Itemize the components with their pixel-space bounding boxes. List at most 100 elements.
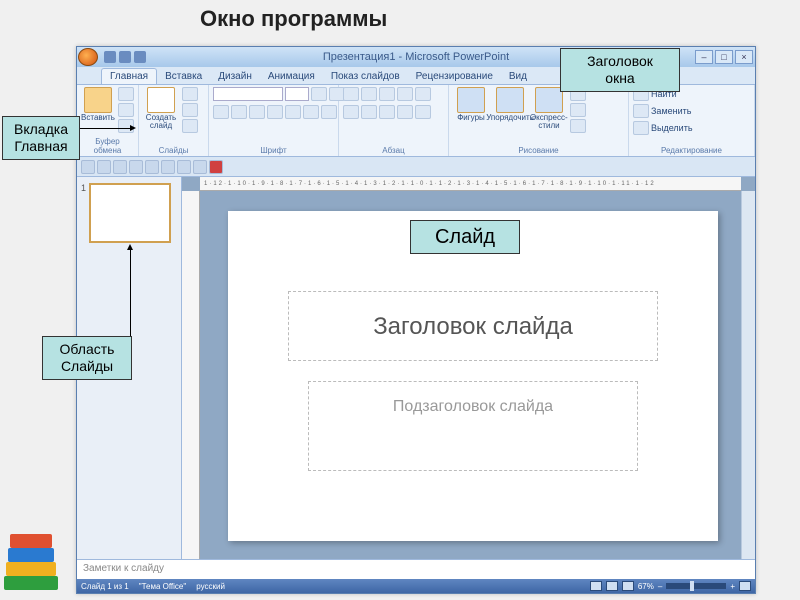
tab-review[interactable]: Рецензирование (408, 69, 501, 84)
status-theme: "Тема Office" (139, 582, 187, 591)
paste-label: Вставить (81, 114, 115, 122)
view-normal-button[interactable] (590, 581, 602, 591)
replace-button[interactable]: Заменить (633, 104, 693, 118)
copy-button[interactable] (118, 103, 134, 117)
status-language[interactable]: русский (196, 582, 225, 591)
close-button[interactable]: × (735, 50, 753, 64)
tab-slideshow[interactable]: Показ слайдов (323, 69, 408, 84)
cut-button[interactable] (118, 87, 134, 101)
annotation-slide: Слайд (410, 220, 520, 254)
tab-insert[interactable]: Вставка (157, 69, 210, 84)
qat-redo-icon[interactable] (134, 51, 146, 63)
qat-undo-icon[interactable] (119, 51, 131, 63)
font-size-box[interactable] (285, 87, 309, 101)
quick-styles-icon (535, 87, 563, 113)
arrow-head (127, 244, 133, 250)
zoom-out-button[interactable]: – (658, 582, 662, 591)
group-label: Шрифт (213, 146, 334, 156)
office-button[interactable] (78, 48, 98, 66)
qat-save-icon[interactable] (104, 51, 116, 63)
slide-canvas[interactable]: Заголовок слайда Подзаголовок слайда (228, 211, 718, 541)
shapes-label: Фигуры (457, 114, 485, 122)
group-label: Редактирование (633, 146, 750, 156)
quick-access-toolbar (104, 51, 146, 63)
view-sorter-button[interactable] (606, 581, 618, 591)
shapes-button[interactable]: Фигуры (453, 87, 489, 122)
tool-icon[interactable] (113, 160, 127, 174)
tool-icon[interactable] (97, 160, 111, 174)
ribbon-group-drawing: Фигуры Упорядочить Экспресс-стили Рисова… (449, 85, 629, 156)
app-window: Презентация1 - Microsoft PowerPoint – □ … (76, 46, 756, 594)
shape-outline-button[interactable] (570, 103, 586, 117)
tool-color-icon[interactable] (209, 160, 223, 174)
columns-button[interactable] (415, 105, 431, 119)
tool-icon[interactable] (177, 160, 191, 174)
minimize-button[interactable]: – (695, 50, 713, 64)
grow-font-button[interactable] (311, 87, 327, 101)
zoom-in-button[interactable]: + (730, 582, 735, 591)
char-spacing-button[interactable] (303, 105, 319, 119)
align-center-button[interactable] (361, 105, 377, 119)
strike-button[interactable] (267, 105, 283, 119)
tool-icon[interactable] (161, 160, 175, 174)
line-spacing-button[interactable] (415, 87, 431, 101)
thumb-number: 1 (81, 183, 86, 243)
tab-view[interactable]: Вид (501, 69, 535, 84)
group-label: Рисование (453, 146, 624, 156)
group-label: Слайды (143, 146, 204, 156)
shape-effects-button[interactable] (570, 119, 586, 133)
zoom-slider[interactable] (666, 583, 726, 589)
tool-icon[interactable] (145, 160, 159, 174)
quick-styles-button[interactable]: Экспресс-стили (531, 87, 567, 130)
annotation-slides-area: Область Слайды (42, 336, 132, 380)
tool-icon[interactable] (81, 160, 95, 174)
ribbon: Вставить Буфер обмена Создать слайд (77, 85, 755, 157)
align-right-button[interactable] (379, 105, 395, 119)
ribbon-group-editing: Найти Заменить Выделить Редактирование (629, 85, 755, 156)
maximize-button[interactable]: □ (715, 50, 733, 64)
underline-button[interactable] (249, 105, 265, 119)
numbering-button[interactable] (361, 87, 377, 101)
tool-icon[interactable] (193, 160, 207, 174)
ribbon-group-clipboard: Вставить Буфер обмена (77, 85, 139, 156)
arrange-label: Упорядочить (486, 114, 534, 122)
arrow-tab (80, 128, 130, 129)
arrange-icon (496, 87, 524, 113)
paste-icon (84, 87, 112, 113)
view-slideshow-button[interactable] (622, 581, 634, 591)
font-color-button[interactable] (321, 105, 337, 119)
tab-design[interactable]: Дизайн (210, 69, 260, 84)
layout-button[interactable] (182, 87, 198, 101)
tab-home[interactable]: Главная (101, 68, 157, 84)
indent-dec-button[interactable] (379, 87, 395, 101)
new-slide-icon (147, 87, 175, 113)
slide-thumbnail[interactable]: 1 (81, 183, 177, 243)
horizontal-ruler: 1·12·1·10·1·9·1·8·1·7·1·6·1·5·1·4·1·3·1·… (200, 177, 741, 191)
delete-slide-button[interactable] (182, 119, 198, 133)
bold-button[interactable] (213, 105, 229, 119)
tab-animation[interactable]: Анимация (260, 69, 323, 84)
decorative-books (2, 510, 62, 590)
subtitle-placeholder[interactable]: Подзаголовок слайда (308, 381, 638, 471)
paste-button[interactable]: Вставить (81, 87, 115, 122)
annotation-window-title: Заголовок окна (560, 48, 680, 92)
annotation-main-tab: Вкладка Главная (2, 116, 80, 160)
font-family-box[interactable] (213, 87, 283, 101)
bullets-button[interactable] (343, 87, 359, 101)
justify-button[interactable] (397, 105, 413, 119)
vertical-scrollbar[interactable] (741, 191, 755, 559)
ribbon-group-font: Шрифт (209, 85, 339, 156)
italic-button[interactable] (231, 105, 247, 119)
title-placeholder[interactable]: Заголовок слайда (288, 291, 658, 361)
indent-inc-button[interactable] (397, 87, 413, 101)
align-left-button[interactable] (343, 105, 359, 119)
fit-button[interactable] (739, 581, 751, 591)
tool-icon[interactable] (129, 160, 143, 174)
new-slide-button[interactable]: Создать слайд (143, 87, 179, 130)
select-button[interactable]: Выделить (633, 121, 693, 135)
arrange-button[interactable]: Упорядочить (492, 87, 528, 122)
reset-button[interactable] (182, 103, 198, 117)
notes-pane[interactable]: Заметки к слайду (77, 559, 755, 579)
new-slide-label: Создать слайд (143, 114, 179, 130)
shadow-button[interactable] (285, 105, 301, 119)
